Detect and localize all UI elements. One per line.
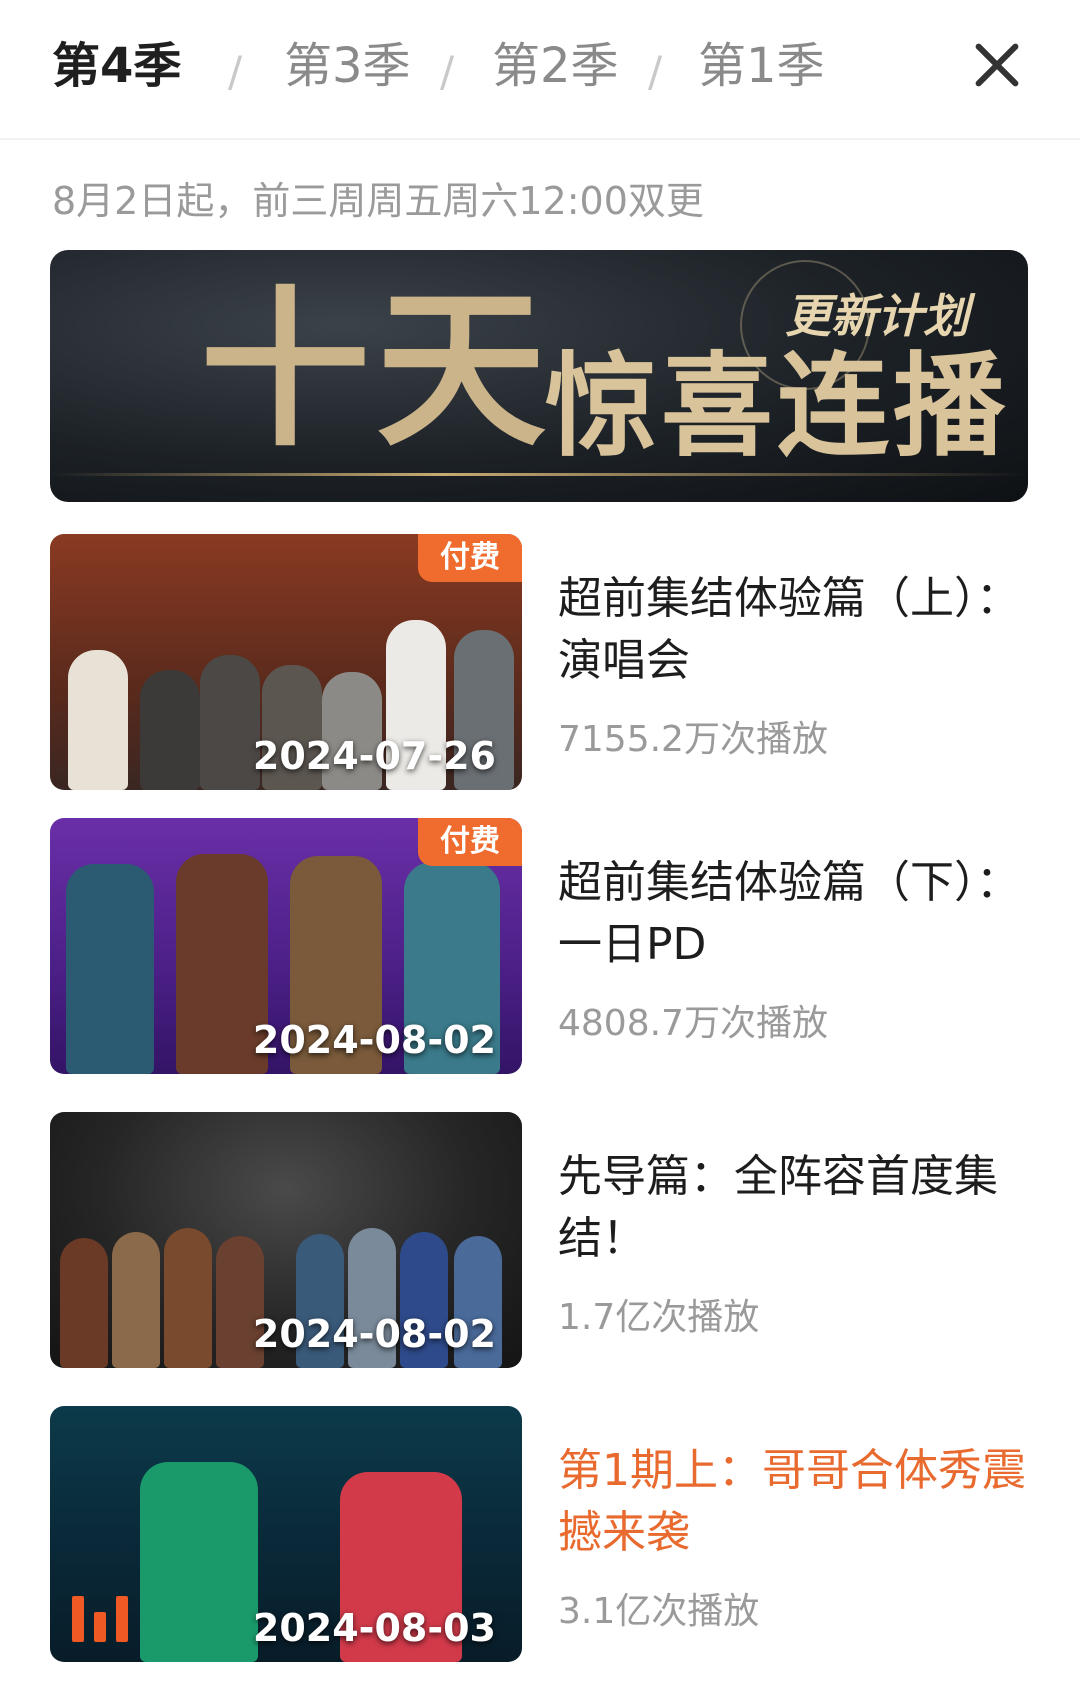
tab-separator: / bbox=[228, 47, 243, 96]
episode-date: 2024-08-03 bbox=[252, 1606, 496, 1650]
episode-item[interactable]: 2024-08-02 先导篇：全阵容首度集结！ 1.7亿次播放 bbox=[50, 1112, 1030, 1368]
tab-season-1[interactable]: 第1季 bbox=[698, 34, 825, 98]
episode-play-count: 7155.2万次播放 bbox=[558, 719, 828, 760]
paid-badge: 付费 bbox=[418, 534, 522, 582]
episode-item[interactable]: 付费 2024-08-02 超前集结体验篇（下）：一日PD 4808.7万次播放 bbox=[50, 818, 1030, 1074]
episode-play-count: 3.1亿次播放 bbox=[558, 1591, 760, 1632]
episode-title[interactable]: 第1期上：哥哥合体秀震撼来袭 bbox=[558, 1440, 1026, 1564]
tab-season-2[interactable]: 第2季 bbox=[492, 34, 619, 98]
episode-item[interactable]: 付费 2024-07-26 超前集结体验篇（上）：演唱会 7155.2万次播放 bbox=[50, 534, 1030, 790]
episode-thumbnail[interactable]: 2024-08-02 bbox=[50, 1112, 522, 1368]
update-schedule-text: 8月2日起，前三周周五周六12:00双更 bbox=[52, 179, 704, 223]
close-icon[interactable] bbox=[972, 40, 1022, 90]
episode-title[interactable]: 超前集结体验篇（上）：演唱会 bbox=[558, 568, 1026, 692]
tab-season-3[interactable]: 第3季 bbox=[284, 34, 411, 98]
episode-play-count: 4808.7万次播放 bbox=[558, 1003, 828, 1044]
episode-item[interactable]: 2024-08-03 第1期上：哥哥合体秀震撼来袭 3.1亿次播放 bbox=[50, 1406, 1030, 1662]
episode-thumbnail[interactable]: 2024-08-03 bbox=[50, 1406, 522, 1662]
platform-logo-icon bbox=[72, 1596, 134, 1642]
episode-play-count: 1.7亿次播放 bbox=[558, 1297, 760, 1338]
tab-separator: / bbox=[648, 47, 663, 96]
episode-title[interactable]: 先导篇：全阵容首度集结！ bbox=[558, 1146, 1026, 1270]
tab-separator: / bbox=[440, 47, 455, 96]
episode-title[interactable]: 超前集结体验篇（下）：一日PD bbox=[558, 852, 1026, 976]
paid-badge: 付费 bbox=[418, 818, 522, 866]
banner-title-big: 十天 bbox=[200, 270, 553, 470]
episode-thumbnail[interactable]: 付费 2024-08-02 bbox=[50, 818, 522, 1074]
banner-subtitle: 更新计划 bbox=[785, 289, 969, 343]
episode-thumbnail[interactable]: 付费 2024-07-26 bbox=[50, 534, 522, 790]
ten-day-banner[interactable]: 十天 惊喜连播 更新计划 bbox=[50, 250, 1028, 502]
episode-date: 2024-08-02 bbox=[252, 1312, 496, 1356]
banner-light-streak bbox=[50, 473, 1028, 476]
season-tab-bar: 第4季 / 第3季 / 第2季 / 第1季 bbox=[0, 0, 1080, 140]
tab-season-4[interactable]: 第4季 bbox=[52, 34, 181, 98]
banner-title: 惊喜连播 bbox=[545, 341, 1009, 472]
episode-date: 2024-08-02 bbox=[252, 1018, 496, 1062]
episode-date: 2024-07-26 bbox=[252, 734, 496, 778]
